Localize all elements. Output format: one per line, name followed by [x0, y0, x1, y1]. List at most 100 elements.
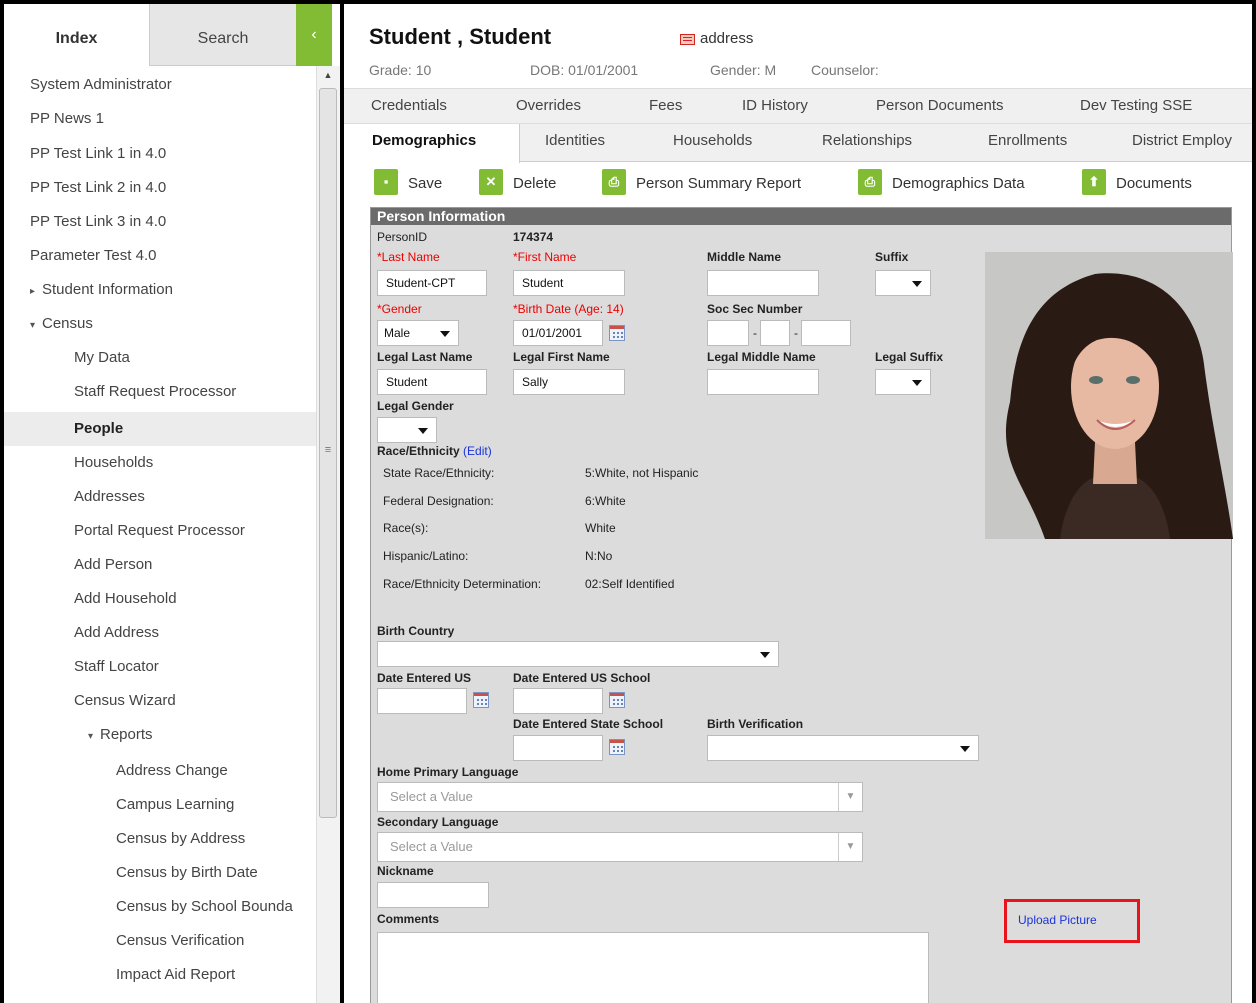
sidebar-item-census-verification[interactable]: Census Verification [4, 924, 316, 958]
sidebar-item-pp-test-link-1[interactable]: PP Test Link 1 in 4.0 [4, 137, 316, 171]
panel-title: Person Information [371, 208, 1231, 225]
tab-relationships[interactable]: Relationships [822, 124, 912, 161]
demographics-data-label: Demographics Data [892, 175, 1025, 192]
sidebar-tabs: Index Search ‹ [4, 4, 340, 66]
home-language-select[interactable]: Select a Value ▼ [377, 782, 863, 812]
sidebar-item-census[interactable]: ▾ Census [4, 307, 316, 341]
dob-text: DOB: 01/01/2001 [530, 62, 639, 78]
date-entered-us-school-input[interactable] [513, 688, 603, 714]
demographics-data-button[interactable]: ⎙ Demographics Data [858, 168, 1025, 200]
tab-identities[interactable]: Identities [545, 124, 605, 161]
tab-households[interactable]: Households [673, 124, 752, 161]
upload-picture-link[interactable]: Upload Picture [1018, 913, 1097, 927]
upload-picture-highlight: Upload Picture [1004, 899, 1140, 943]
legal-gender-label: Legal Gender [377, 399, 454, 413]
person-summary-report-label: Person Summary Report [636, 175, 802, 192]
sidebar-item-census-by-birth-date[interactable]: Census by Birth Date [4, 856, 316, 890]
tab-credentials[interactable]: Credentials [371, 89, 447, 123]
sidebar-item-system-administrator[interactable]: System Administrator [4, 68, 316, 102]
sidebar-item-addresses[interactable]: Addresses [4, 480, 316, 514]
sidebar-item-add-household[interactable]: Add Household [4, 582, 316, 616]
tab-district-employment[interactable]: District Employ [1132, 124, 1232, 161]
tab-dev-testing-sse[interactable]: Dev Testing SSE [1080, 89, 1192, 123]
sidebar-item-add-address[interactable]: Add Address [4, 616, 316, 650]
tab-fees[interactable]: Fees [649, 89, 682, 123]
person-summary-report-button[interactable]: ⎙ Person Summary Report [602, 168, 801, 200]
legal-last-name-input[interactable]: Student [377, 369, 487, 395]
sidebar-item-staff-locator[interactable]: Staff Locator [4, 650, 316, 684]
calendar-icon[interactable] [609, 739, 625, 755]
secondary-language-select[interactable]: Select a Value ▼ [377, 832, 863, 862]
race-edit-link[interactable]: (Edit) [463, 444, 492, 458]
race-ethnicity-heading: Race/Ethnicity (Edit) [377, 444, 492, 458]
nickname-input[interactable] [377, 882, 489, 908]
sidebar-item-staff-request-processor[interactable]: Staff Request Processor [4, 375, 316, 409]
legal-middle-name-input[interactable] [707, 369, 819, 395]
middle-name-input[interactable] [707, 270, 819, 296]
calendar-icon[interactable] [609, 692, 625, 708]
sidebar-item-households[interactable]: Households [4, 446, 316, 480]
dropdown-arrow-icon [912, 281, 922, 287]
calendar-icon[interactable] [473, 692, 489, 708]
save-button[interactable]: ▪ Save [374, 168, 442, 200]
tab-index[interactable]: Index [4, 4, 150, 66]
sidebar-menu: System Administrator PP News 1 PP Test L… [4, 66, 316, 1003]
tab-bar-primary: Demographics Identities Households Relat… [344, 124, 1252, 163]
ssn-part-1-input[interactable] [707, 320, 749, 346]
calendar-icon[interactable] [609, 325, 625, 341]
sidebar-item-reports[interactable]: ▾ Reports [4, 718, 316, 752]
sidebar-item-people[interactable]: People [4, 412, 316, 446]
date-entered-us-label: Date Entered US [377, 671, 472, 685]
tab-id-history[interactable]: ID History [742, 89, 808, 123]
address-link[interactable]: address [680, 30, 753, 47]
tab-overrides[interactable]: Overrides [516, 89, 581, 123]
sidebar-item-pp-test-link-2[interactable]: PP Test Link 2 in 4.0 [4, 171, 316, 205]
first-name-label: *First Name [513, 250, 577, 264]
caret-down-icon: ▾ [88, 731, 94, 742]
sidebar-item-add-person[interactable]: Add Person [4, 548, 316, 582]
sidebar-item-census-by-school-boundary[interactable]: Census by School Bounda [4, 890, 316, 924]
suffix-select[interactable] [875, 270, 931, 296]
birth-verification-select[interactable] [707, 735, 979, 761]
tab-enrollments[interactable]: Enrollments [988, 124, 1067, 161]
gender-select[interactable]: Male [377, 320, 459, 346]
sidebar-item-census-by-address[interactable]: Census by Address [4, 822, 316, 856]
tab-person-documents[interactable]: Person Documents [876, 89, 1004, 123]
app-window: Index Search ‹ System Administrator PP N… [4, 4, 1252, 1003]
first-name-input[interactable]: Student [513, 270, 625, 296]
last-name-input[interactable]: Student-CPT [377, 270, 487, 296]
address-link-label: address [700, 30, 754, 47]
comments-label: Comments [377, 912, 440, 926]
date-entered-us-input[interactable] [377, 688, 467, 714]
documents-button[interactable]: ⬆ Documents [1082, 168, 1192, 200]
date-entered-state-school-input[interactable] [513, 735, 603, 761]
legal-middle-name-label: Legal Middle Name [707, 350, 816, 364]
ssn-part-3-input[interactable] [801, 320, 851, 346]
sidebar-item-campus-learning[interactable]: Campus Learning [4, 788, 316, 822]
sidebar-item-address-change[interactable]: Address Change [4, 754, 316, 788]
sidebar-item-impact-aid-report[interactable]: Impact Aid Report [4, 958, 316, 992]
collapse-sidebar-button[interactable]: ‹ [296, 4, 332, 66]
birth-date-input[interactable]: 01/01/2001 [513, 320, 603, 346]
sidebar-item-parameter-test[interactable]: Parameter Test 4.0 [4, 239, 316, 273]
legal-first-name-input[interactable]: Sally [513, 369, 625, 395]
sidebar-item-portal-request-processor[interactable]: Portal Request Processor [4, 514, 316, 548]
scroll-up-arrow-icon[interactable]: ▲ [320, 68, 336, 82]
tab-search[interactable]: Search [150, 4, 296, 66]
resize-grip-icon[interactable]: ≡ [320, 444, 336, 456]
sidebar-item-pp-test-link-3[interactable]: PP Test Link 3 in 4.0 [4, 205, 316, 239]
comments-textarea[interactable] [377, 932, 929, 1003]
sidebar-item-census-wizard[interactable]: Census Wizard [4, 684, 316, 718]
ssn-part-2-input[interactable] [760, 320, 790, 346]
birth-country-select[interactable] [377, 641, 779, 667]
delete-button-label: Delete [513, 175, 557, 192]
sidebar-item-pp-news-1[interactable]: PP News 1 [4, 102, 316, 136]
legal-suffix-select[interactable] [875, 369, 931, 395]
sidebar-item-my-data[interactable]: My Data [4, 341, 316, 375]
legal-gender-select[interactable] [377, 417, 437, 443]
legal-last-name-label: Legal Last Name [377, 350, 473, 364]
sidebar-item-student-information[interactable]: ▸ Student Information [4, 273, 316, 307]
middle-name-label: Middle Name [707, 250, 782, 264]
tab-demographics[interactable]: Demographics [344, 124, 520, 163]
delete-button[interactable]: ✕ Delete [479, 168, 556, 200]
